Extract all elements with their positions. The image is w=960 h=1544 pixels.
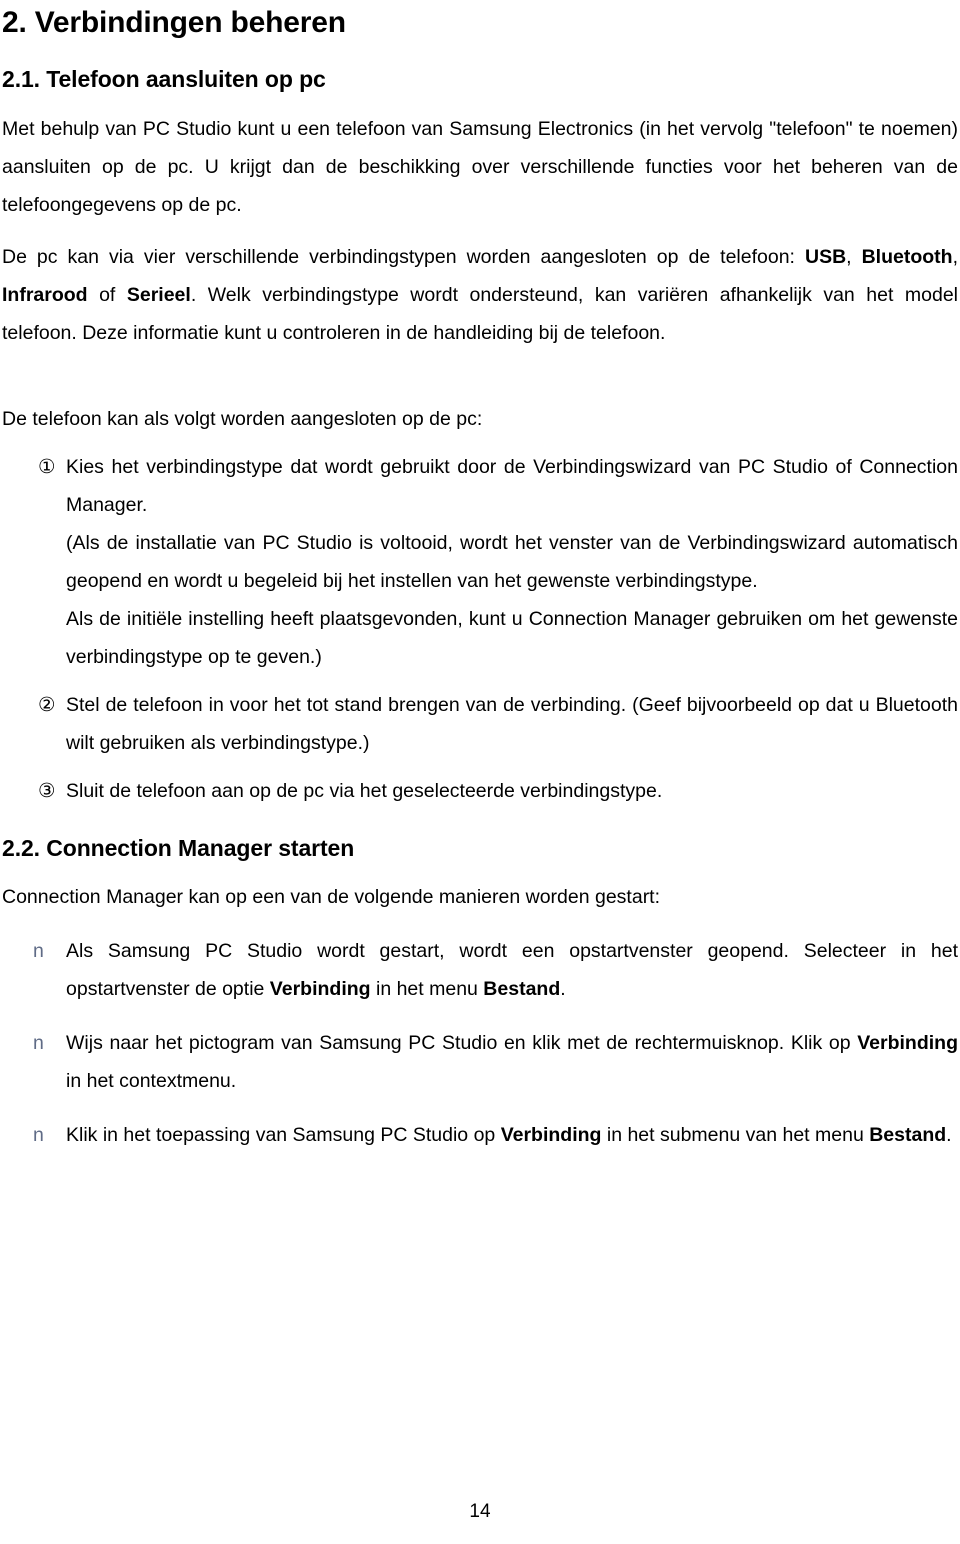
circled-number-2-icon: ② xyxy=(38,693,56,717)
numbered-steps-list: ① Kies het verbindingstype dat wordt geb… xyxy=(0,448,960,810)
bold-verbinding: Verbinding xyxy=(500,1123,602,1146)
bold-bluetooth: Bluetooth xyxy=(861,246,953,269)
bold-infrarood: Infrarood xyxy=(2,284,88,307)
paragraph-intro: Met behulp van PC Studio kunt u een tele… xyxy=(2,118,958,217)
paragraph-steps-intro: De telefoon kan als volgt worden aangesl… xyxy=(2,408,483,431)
paragraph-start-methods-intro: Connection Manager kan op een van de vol… xyxy=(2,885,661,908)
text-run: . xyxy=(946,1123,952,1146)
square-bullet-icon: n xyxy=(33,939,44,962)
text-run: Klik in het toepassing van Samsung PC St… xyxy=(66,1123,501,1146)
bullet-item-3: n Klik in het toepassing van Samsung PC … xyxy=(0,1116,960,1154)
paragraph-connection-types: De pc kan via vier verschillende verbind… xyxy=(0,224,960,352)
bold-verbinding: Verbinding xyxy=(857,1031,958,1054)
numbered-step-3: ③ Sluit de telefoon aan op de pc via het… xyxy=(0,772,960,810)
document-page: 2. Verbindingen beheren 2.1. Telefoon aa… xyxy=(0,0,960,1544)
step-text: Kies het verbindingstype dat wordt gebru… xyxy=(66,456,958,517)
numbered-step-2: ② Stel de telefoon in voor het tot stand… xyxy=(0,686,960,762)
square-bullet-icon: n xyxy=(33,1123,44,1146)
page-number: 14 xyxy=(469,1501,491,1522)
page-content: 2. Verbindingen beheren 2.1. Telefoon aa… xyxy=(0,0,960,1154)
page-title: 2. Verbindingen beheren xyxy=(2,6,346,39)
text-run: . xyxy=(560,977,566,1000)
circled-number-1-icon: ① xyxy=(38,455,56,479)
bold-bestand: Bestand xyxy=(869,1123,947,1146)
numbered-step-1: ① Kies het verbindingstype dat wordt geb… xyxy=(0,448,960,524)
text-run: , xyxy=(846,246,862,269)
bold-bestand: Bestand xyxy=(483,977,561,1000)
circled-number-3-icon: ③ xyxy=(38,779,56,803)
step-1-note-b: Als de initiële instelling heeft plaatsg… xyxy=(66,608,958,669)
text-run: in het contextmenu. xyxy=(66,1069,237,1092)
section-heading-2-2: 2.2. Connection Manager starten xyxy=(2,835,355,862)
text-run: in het menu xyxy=(370,977,484,1000)
step-text: Stel de telefoon in voor het tot stand b… xyxy=(66,694,958,755)
text-run: Wijs naar het pictogram van Samsung PC S… xyxy=(66,1031,858,1054)
text-run: , xyxy=(952,246,958,269)
bold-serieel: Serieel xyxy=(126,284,191,307)
bullet-item-1: n Als Samsung PC Studio wordt gestart, w… xyxy=(0,932,960,1008)
section-heading-2-1: 2.1. Telefoon aansluiten op pc xyxy=(2,66,326,92)
bold-verbinding: Verbinding xyxy=(269,977,371,1000)
step-text: Sluit de telefoon aan op de pc via het g… xyxy=(66,780,663,803)
square-bullet-icon: n xyxy=(33,1031,44,1054)
step-1-note-a: (Als de installatie van PC Studio is vol… xyxy=(66,532,958,593)
text-run: De pc kan via vier verschillende verbind… xyxy=(2,246,805,269)
bold-usb: USB xyxy=(804,246,847,269)
bullet-item-2: n Wijs naar het pictogram van Samsung PC… xyxy=(0,1024,960,1100)
text-run: of xyxy=(87,284,127,307)
start-methods-bullet-list: n Als Samsung PC Studio wordt gestart, w… xyxy=(0,932,960,1154)
text-run: in het submenu van het menu xyxy=(601,1123,870,1146)
